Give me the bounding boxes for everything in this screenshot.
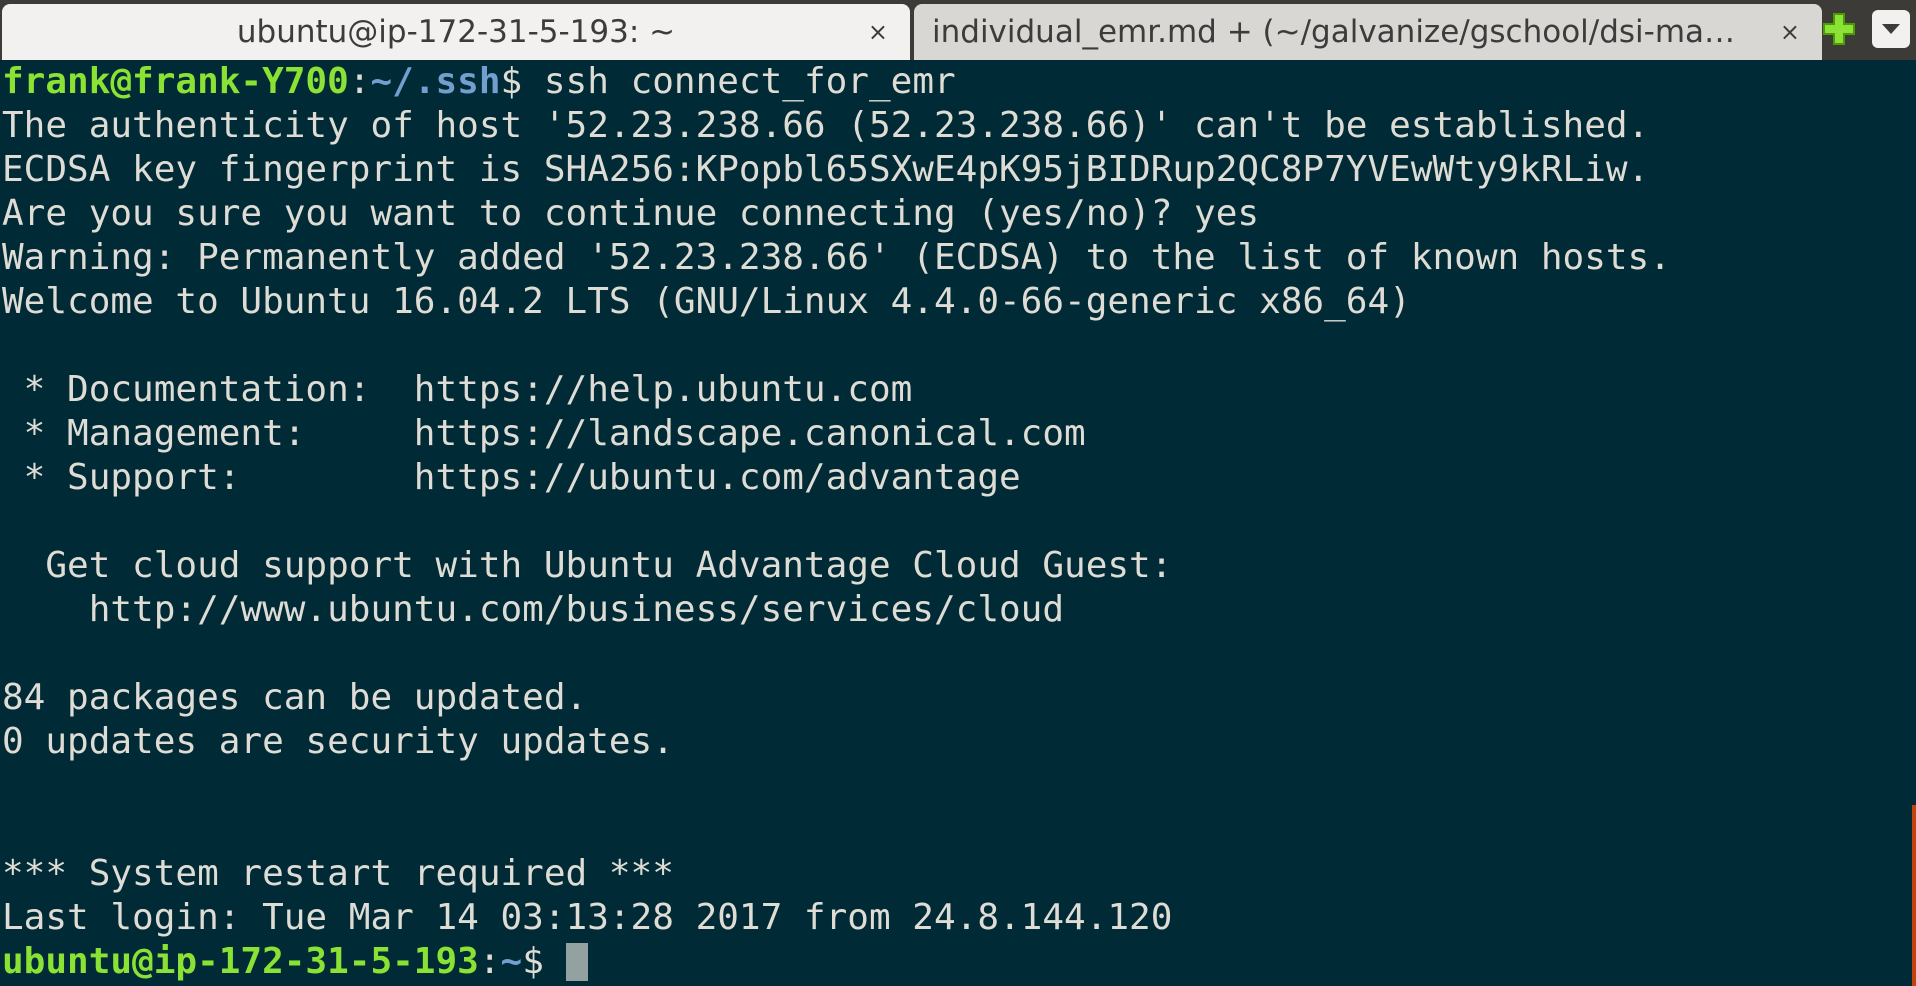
- output-line: 84 packages can be updated.: [2, 677, 588, 718]
- prompt-separator: :: [478, 941, 501, 982]
- output-line: Get cloud support with Ubuntu Advantage …: [2, 545, 1173, 586]
- prompt-symbol: $: [522, 941, 566, 982]
- output-line: Last login: Tue Mar 14 03:13:28 2017 fro…: [2, 897, 1173, 938]
- output-line: http://www.ubuntu.com/business/services/…: [2, 589, 1065, 630]
- prompt-line: frank@frank-Y700:~/.ssh$ ssh connect_for…: [2, 60, 1916, 104]
- output-line: Are you sure you want to continue connec…: [2, 193, 1260, 234]
- close-icon[interactable]: ×: [868, 18, 888, 46]
- prompt-user: frank@frank-Y700: [2, 61, 349, 102]
- output-line: Welcome to Ubuntu 16.04.2 LTS (GNU/Linux…: [2, 281, 1411, 322]
- prompt-path: ~: [500, 941, 523, 982]
- tab-menu-button[interactable]: [1872, 10, 1910, 48]
- prompt-separator: :: [348, 61, 371, 102]
- text-cursor: [565, 943, 588, 981]
- output-line: * Support: https://ubuntu.com/advantage: [2, 457, 1021, 498]
- tab-ubuntu-ssh[interactable]: ubuntu@ip-172-31-5-193: ~ ×: [2, 4, 910, 60]
- tab-bar: ubuntu@ip-172-31-5-193: ~ × individual_e…: [0, 0, 1916, 60]
- output-line: 0 updates are security updates.: [2, 721, 674, 762]
- output-line: The authenticity of host '52.23.238.66 (…: [2, 105, 1650, 146]
- output-line: Warning: Permanently added '52.23.238.66…: [2, 237, 1671, 278]
- terminal-output[interactable]: frank@frank-Y700:~/.ssh$ ssh connect_for…: [0, 60, 1916, 986]
- tab-title: ubuntu@ip-172-31-5-193: ~: [236, 14, 676, 50]
- command-text: ssh connect_for_emr: [522, 61, 956, 102]
- output-line: * Documentation: https://help.ubuntu.com: [2, 369, 913, 410]
- scrollbar-thumb[interactable]: [1912, 805, 1916, 986]
- output-line: * Management: https://landscape.canonica…: [2, 413, 1086, 454]
- prompt-line: ubuntu@ip-172-31-5-193:~$: [2, 940, 1916, 984]
- output-line: *** System restart required ***: [2, 853, 674, 894]
- prompt-symbol: $: [500, 61, 523, 102]
- close-icon[interactable]: ×: [1780, 18, 1800, 46]
- tab-individual-emr[interactable]: individual_emr.md + (~/galvanize/gschool…: [914, 4, 1822, 60]
- plus-icon: [1823, 13, 1855, 45]
- output-line: ECDSA key fingerprint is SHA256:KPopbl65…: [2, 149, 1650, 190]
- prompt-path: ~/.ssh: [370, 61, 501, 102]
- chevron-down-icon: [1882, 24, 1900, 34]
- terminal-window: ubuntu@ip-172-31-5-193: ~ × individual_e…: [0, 0, 1916, 986]
- new-tab-button[interactable]: [1822, 12, 1856, 46]
- prompt-user: ubuntu@ip-172-31-5-193: [2, 941, 479, 982]
- tab-title: individual_emr.md + (~/galvanize/gschool…: [932, 14, 1736, 50]
